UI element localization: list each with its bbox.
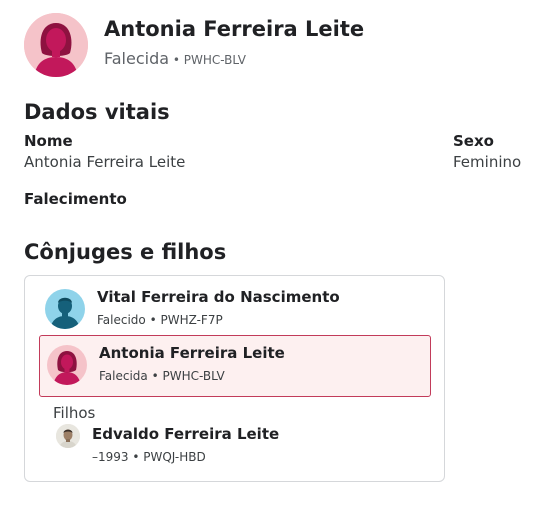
- spouse-row[interactable]: Vital Ferreira do Nascimento Falecido • …: [39, 284, 431, 334]
- death-label: Falecimento: [24, 190, 127, 208]
- family-card: Vital Ferreira do Nascimento Falecido • …: [24, 275, 445, 482]
- child-row[interactable]: Edvaldo Ferreira Leite –1993 • PWQJ-HBD: [53, 420, 431, 468]
- person-separator: •: [169, 53, 184, 67]
- name-value: Antonia Ferreira Leite: [24, 153, 186, 171]
- person-header: Antonia Ferreira Leite Falecida • PWHC-B…: [24, 13, 524, 77]
- female-silhouette-icon: [24, 13, 88, 77]
- sex-label: Sexo: [453, 132, 494, 150]
- vitals-title: Dados vitais: [24, 100, 170, 124]
- spouse-subtitle: Falecido • PWHZ-F7P: [97, 313, 223, 327]
- self-row[interactable]: Antonia Ferreira Leite Falecida • PWHC-B…: [39, 335, 431, 397]
- self-name[interactable]: Antonia Ferreira Leite: [99, 344, 285, 362]
- person-name: Antonia Ferreira Leite: [104, 17, 365, 41]
- family-title: Cônjuges e filhos: [24, 240, 227, 264]
- male-silhouette-icon: [45, 289, 85, 329]
- person-id: PWHC-BLV: [183, 53, 246, 67]
- person-status: Falecida: [104, 49, 170, 68]
- self-subtitle: Falecida • PWHC-BLV: [99, 369, 225, 383]
- female-silhouette-icon: [47, 345, 87, 385]
- person-subtitle: Falecida • PWHC-BLV: [104, 49, 246, 68]
- child-name[interactable]: Edvaldo Ferreira Leite: [92, 425, 279, 443]
- name-label: Nome: [24, 132, 73, 150]
- spouse-name[interactable]: Vital Ferreira do Nascimento: [97, 288, 340, 306]
- sex-value: Feminino: [453, 153, 522, 171]
- child-subtitle: –1993 • PWQJ-HBD: [92, 450, 206, 464]
- person-photo-icon: [56, 424, 80, 448]
